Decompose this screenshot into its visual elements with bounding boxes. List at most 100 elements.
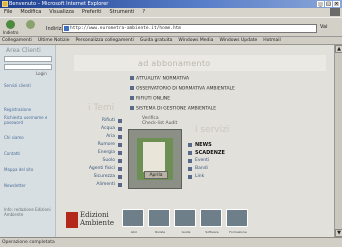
link-windows-media[interactable]: Windows Media	[178, 37, 213, 44]
status-bar: Operazione completata	[0, 237, 342, 247]
magazine-page	[143, 142, 165, 172]
sidebar-link-mappa[interactable]: Mappa del sito	[4, 167, 54, 172]
bullet-icon	[130, 86, 134, 90]
ie-icon	[2, 1, 8, 7]
close-button[interactable]: ×	[333, 1, 340, 7]
link-ultime-notizie[interactable]: Ultime Notizie	[38, 37, 70, 44]
servizi-item[interactable]: Bandi	[188, 165, 225, 173]
center-magazine-image[interactable]	[128, 129, 182, 189]
menu-help[interactable]: ?	[142, 8, 145, 17]
square-bullet-icon	[118, 151, 122, 155]
footer-thumbnails: Libri Riviste Guide Software Formazione	[122, 209, 248, 234]
address-value: http://www.eurometra-ambiente.it/home.ht…	[70, 26, 182, 31]
window-titlebar: Benvenuto – Microsoft Internet Explorer …	[0, 0, 342, 8]
back-button[interactable]: Indietro	[3, 20, 18, 35]
abbonamento-item[interactable]: RIFIUTI ONLINE	[130, 96, 170, 102]
thumb-riviste[interactable]: Riviste	[148, 209, 170, 234]
sidebar-title: Area Clienti	[6, 47, 41, 54]
scroll-down-icon[interactable]: ▼	[335, 229, 342, 237]
maximize-button[interactable]: □	[325, 1, 332, 7]
aprila-button[interactable]: Aprila	[144, 171, 168, 179]
servizi-item[interactable]: Link	[188, 173, 225, 181]
windows-logo-icon	[330, 8, 340, 16]
menu-view[interactable]: Visualizza	[49, 8, 74, 17]
temi-item[interactable]: Energia	[66, 149, 122, 157]
minimize-button[interactable]: _	[317, 1, 324, 7]
link-hotmail[interactable]: Hotmail	[263, 37, 281, 44]
menu-file[interactable]: File	[4, 8, 12, 17]
square-bullet-icon	[188, 151, 192, 155]
sidebar-link-newsletter[interactable]: Newsletter	[4, 183, 54, 188]
thumb-software[interactable]: Software	[200, 209, 222, 234]
temi-item[interactable]: Rumore	[66, 141, 122, 149]
address-field[interactable]: http://www.eurometra-ambiente.it/home.ht…	[62, 24, 317, 33]
scroll-up-icon[interactable]: ▲	[335, 45, 342, 53]
bullet-icon	[130, 96, 134, 100]
abbonamento-item[interactable]: SISTEMA DI GESTIONE AMBIENTALE	[130, 106, 216, 112]
square-bullet-icon	[188, 175, 192, 179]
square-bullet-icon	[118, 175, 122, 179]
thumb-formazione[interactable]: Formazione	[226, 209, 248, 234]
sub-item-checklist[interactable]: Check-list Audit	[142, 121, 177, 126]
go-button[interactable]: Vai	[320, 24, 328, 30]
square-bullet-icon	[118, 135, 122, 139]
bullet-icon	[130, 76, 134, 80]
temi-item[interactable]: Aria	[66, 133, 122, 141]
menu-bar: File Modifica Visualizza Preferiti Strum…	[0, 8, 342, 17]
toolbar: Indietro Indirizzo http://www.eurometra-…	[0, 17, 342, 37]
square-bullet-icon	[118, 143, 122, 147]
square-bullet-icon	[188, 167, 192, 171]
temi-item[interactable]: Rifiuti	[66, 117, 122, 125]
page-content: Area Clienti Login Servizi clienti Regis…	[0, 45, 334, 237]
square-bullet-icon	[188, 143, 192, 147]
servizi-list: NEWS SCADENZE Eventi Bandi Link	[188, 141, 225, 181]
temi-item[interactable]: Alimenti	[66, 181, 122, 189]
username-field[interactable]	[4, 56, 52, 62]
page-icon	[64, 26, 69, 31]
square-bullet-icon	[118, 159, 122, 163]
password-field[interactable]	[4, 64, 52, 70]
vertical-scrollbar[interactable]: ▲ ▼	[334, 45, 342, 237]
abbonamento-item[interactable]: OSSERVATORIO DI NORMATIVA AMBIENTALE	[130, 86, 235, 92]
square-bullet-icon	[118, 127, 122, 131]
link-windows-update[interactable]: Windows Update	[219, 37, 257, 44]
sidebar-footer: Info: redazione Edizioni Ambiente	[4, 207, 51, 217]
temi-item[interactable]: Sicurezza	[66, 173, 122, 181]
servizi-item[interactable]: NEWS	[188, 141, 225, 149]
sidebar-link-contatti[interactable]: Contatti	[4, 151, 54, 156]
forward-arrow-icon	[26, 20, 35, 29]
abbonamento-subitems: Verifica Check-list Audit	[142, 116, 177, 126]
logo-mark-icon	[66, 212, 78, 228]
edizioni-ambiente-logo[interactable]: Edizioni Ambiente	[66, 209, 122, 233]
servizi-heading: i servizi	[195, 125, 230, 135]
link-personalizza[interactable]: Personalizza collegamenti	[75, 37, 133, 44]
bullet-icon	[130, 106, 134, 110]
thumb-libri[interactable]: Libri	[122, 209, 144, 234]
sidebar-link-chi-siamo[interactable]: Chi siamo	[4, 135, 54, 140]
login-button[interactable]: Login	[36, 71, 47, 76]
sidebar: Area Clienti Login Servizi clienti Regis…	[0, 45, 56, 237]
square-bullet-icon	[118, 183, 122, 187]
forward-button[interactable]	[26, 20, 35, 30]
sidebar-link-servizi[interactable]: Servizi clienti	[4, 83, 54, 88]
servizi-item[interactable]: SCADENZE	[188, 149, 225, 157]
temi-list: Rifiuti Acqua Aria Rumore Energia Suolo …	[66, 117, 122, 189]
square-bullet-icon	[118, 167, 122, 171]
temi-item[interactable]: Agenti fisici	[66, 165, 122, 173]
thumb-guide[interactable]: Guide	[174, 209, 196, 234]
window-controls: _ □ ×	[317, 1, 340, 7]
menu-favorites[interactable]: Preferiti	[82, 8, 102, 17]
temi-item[interactable]: Acqua	[66, 125, 122, 133]
menu-tools[interactable]: Strumenti	[110, 8, 135, 17]
links-bar: Collegamenti Ultime Notizie Personalizza…	[0, 37, 342, 45]
temi-item[interactable]: Suolo	[66, 157, 122, 165]
back-label: Indietro	[3, 30, 19, 35]
window-title: Benvenuto – Microsoft Internet Explorer	[9, 1, 109, 7]
link-guida[interactable]: Guida gratuita	[140, 37, 173, 44]
menu-edit[interactable]: Modifica	[20, 8, 41, 17]
servizi-item[interactable]: Eventi	[188, 157, 225, 165]
back-arrow-icon	[6, 20, 16, 29]
abbonamento-item[interactable]: ATTUALITA' NORMATIVA	[130, 76, 189, 82]
sidebar-link-registrazione[interactable]: Registrazione	[4, 107, 54, 112]
sidebar-link-richiesta[interactable]: Richiesta username e password	[4, 115, 54, 125]
